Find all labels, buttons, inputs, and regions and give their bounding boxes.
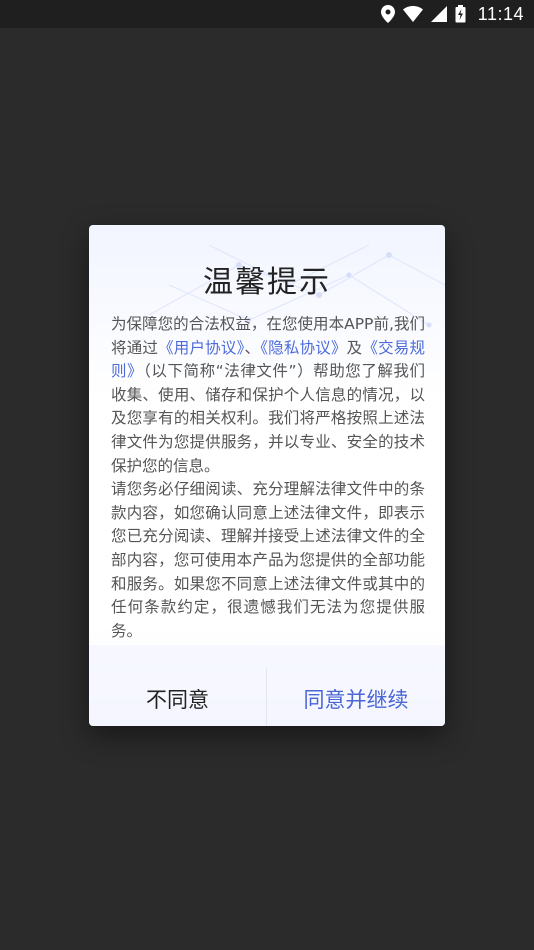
privacy-dialog: 温馨提示 为保障您的合法权益，在您使用本APP前,我们将通过《用户协议》、《隐私… [89, 225, 445, 726]
wifi-icon [402, 6, 423, 22]
dialog-title: 温馨提示 [203, 265, 331, 300]
location-icon [380, 5, 395, 23]
privacy-agreement-link[interactable]: 《隐私协议》 [260, 339, 346, 357]
dialog-body: 为保障您的合法权益，在您使用本APP前,我们将通过《用户协议》、《隐私协议》及《… [111, 313, 425, 643]
separator-text: 及 [346, 338, 363, 357]
paragraph-consent: 请您务必仔细阅读、充分理解法律文件中的条款内容，如您确认同意上述法律文件，即表示… [111, 480, 425, 640]
paragraph-rights-rest: （以下简称“法律文件”）帮助您了解我们收集、使用、储存和保护个人信息的情况，以及… [111, 362, 425, 475]
paragraph-rights: 为保障您的合法权益，在您使用本APP前,我们将通过《用户协议》、《隐私协议》及《… [111, 313, 425, 478]
status-time: 11:14 [477, 3, 524, 24]
user-agreement-link[interactable]: 《用户协议》 [158, 339, 244, 357]
battery-charging-icon [455, 5, 466, 23]
signal-icon [430, 6, 447, 22]
disagree-button[interactable]: 不同意 [89, 677, 266, 723]
separator-text: 、 [244, 338, 261, 357]
status-icons: 11:14 [380, 0, 524, 28]
agree-continue-button[interactable]: 同意并继续 [267, 677, 445, 723]
status-bar: 11:14 [0, 0, 534, 28]
